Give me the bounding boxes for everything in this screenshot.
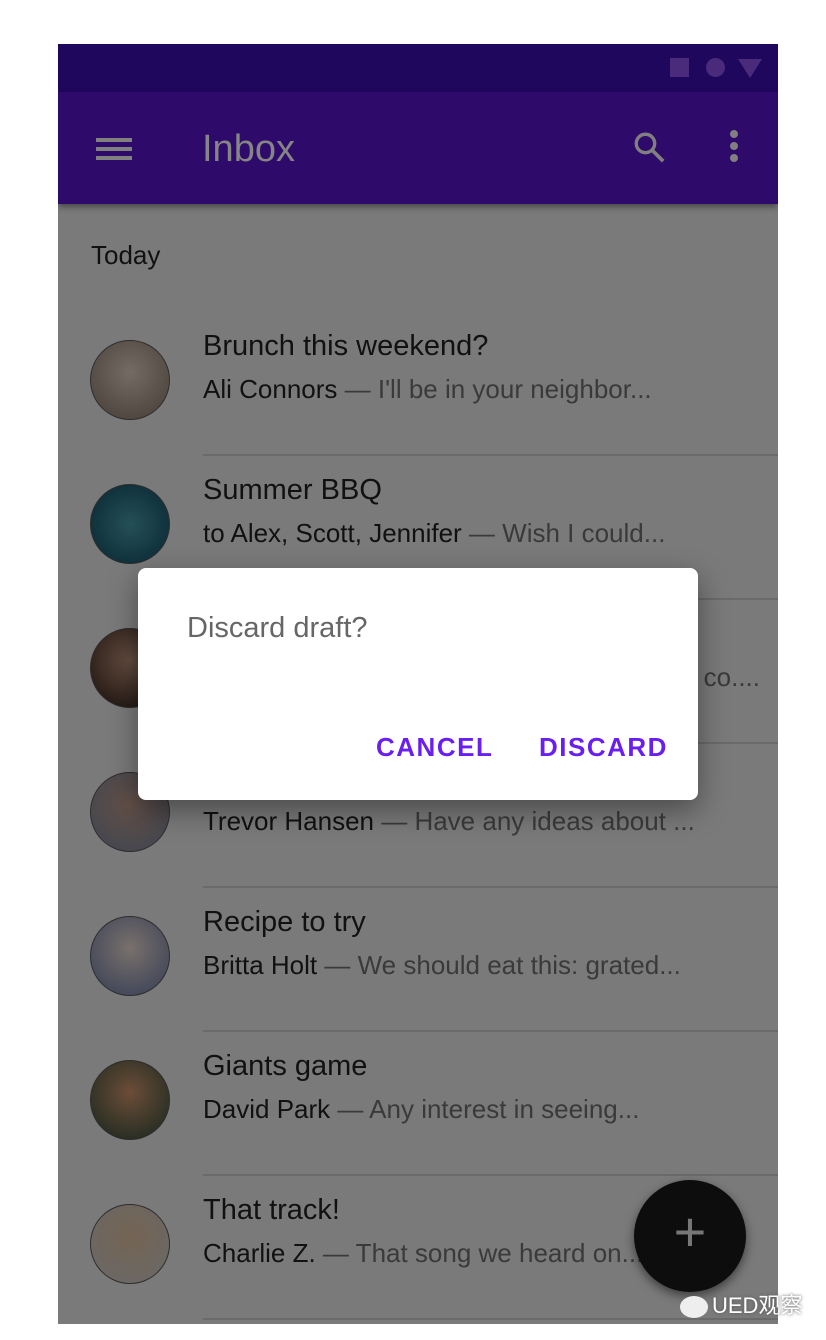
search-icon[interactable]: [632, 130, 666, 164]
message-sender: Britta Holt: [203, 950, 318, 980]
message-preview: — I'll be in your neighbor...: [337, 374, 652, 404]
message-sender: David Park: [203, 1094, 331, 1124]
message-list-item[interactable]: Giants game David Park — Any interest in…: [58, 1032, 778, 1176]
page-title: Inbox: [202, 128, 295, 170]
message-subtitle: Ali Connors — I'll be in your neighbor..…: [203, 374, 652, 405]
message-preview: co....: [703, 662, 760, 692]
watermark: UED观察: [680, 1288, 802, 1320]
message-list-item[interactable]: Brunch this weekend? Ali Connors — I'll …: [58, 312, 778, 456]
more-vert-icon[interactable]: [726, 130, 742, 166]
message-preview: — Any interest in seeing...: [330, 1094, 640, 1124]
message-headline: That track!: [203, 1194, 340, 1226]
compose-fab[interactable]: +: [634, 1180, 746, 1292]
message-preview: — That song we heard on...: [315, 1238, 644, 1268]
avatar: [90, 1204, 170, 1284]
message-sender: Charlie Z.: [203, 1238, 316, 1268]
hamburger-menu-icon[interactable]: [96, 138, 132, 160]
message-subtitle: to Alex, Scott, Jennifer — Wish I could.…: [203, 518, 665, 549]
discard-dialog: Discard draft? CANCEL DISCARD: [138, 568, 698, 800]
message-preview: — Have any ideas about ...: [374, 806, 695, 836]
message-subtitle: David Park — Any interest in seeing...: [203, 1094, 639, 1125]
app-bar: Inbox: [58, 92, 778, 204]
discard-button[interactable]: DISCARD: [539, 732, 668, 763]
wechat-icon: [680, 1296, 708, 1319]
message-list-item[interactable]: Recipe to try Britta Holt — We should ea…: [58, 888, 778, 1032]
cancel-button[interactable]: CANCEL: [376, 732, 493, 763]
message-preview: — We should eat this: grated...: [317, 950, 681, 980]
message-sender: to Alex, Scott, Jennifer: [203, 518, 462, 548]
message-headline: Recipe to try: [203, 906, 366, 938]
avatar: [90, 484, 170, 564]
message-subtitle: Trevor Hansen — Have any ideas about ...: [203, 806, 695, 837]
message-subtitle: co....: [704, 662, 760, 693]
plus-icon: +: [673, 1200, 707, 1263]
avatar: [90, 916, 170, 996]
avatar: [90, 1060, 170, 1140]
dialog-title: Discard draft?: [187, 612, 368, 644]
message-subtitle: Charlie Z. — That song we heard on...: [203, 1238, 643, 1269]
message-sender: Trevor Hansen: [203, 806, 374, 836]
avatar: [90, 340, 170, 420]
message-headline: Brunch this weekend?: [203, 330, 489, 362]
message-sender: Ali Connors: [203, 374, 338, 404]
message-preview: — Wish I could...: [461, 518, 666, 548]
message-headline: Summer BBQ: [203, 474, 382, 506]
message-headline: Giants game: [203, 1050, 368, 1082]
message-subtitle: Britta Holt — We should eat this: grated…: [203, 950, 681, 981]
watermark-text: UED观察: [712, 1293, 803, 1318]
